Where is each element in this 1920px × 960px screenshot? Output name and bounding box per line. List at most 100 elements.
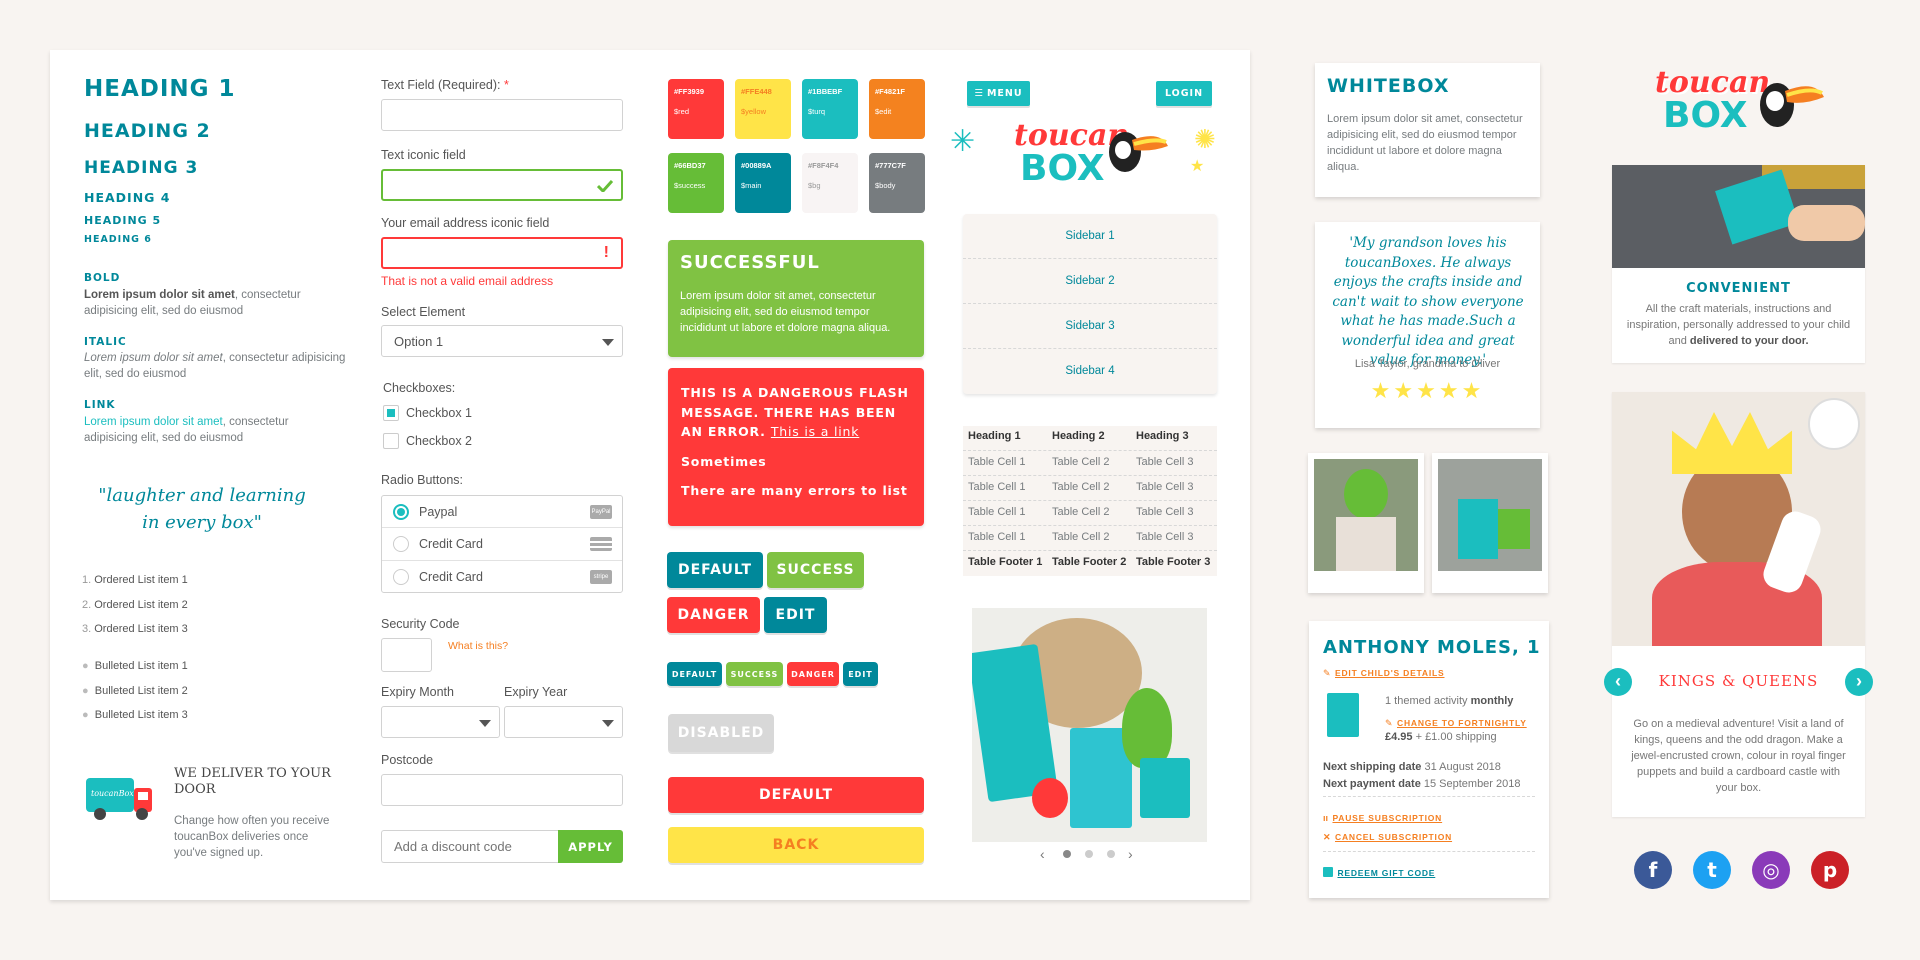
rating-stars: ★★★★★ xyxy=(1315,378,1540,404)
color-swatch: #777C7F $body xyxy=(869,153,925,213)
table-cell: Table Cell 3 xyxy=(1136,531,1194,543)
sidebar-item-3[interactable]: Sidebar 3 xyxy=(963,304,1217,349)
bold-label: BOLD xyxy=(84,272,121,284)
radio-group: Paypal PayPal Credit Card Credit Card st… xyxy=(381,495,623,593)
child-subscription-card: ANTHONY MOLES, 1 ✎ EDIT CHILD'S DETAILS … xyxy=(1309,621,1549,898)
menu-button[interactable]: ☰ MENU xyxy=(967,81,1030,106)
chevron-left-icon[interactable]: ‹ xyxy=(1040,846,1045,862)
text-field-input[interactable] xyxy=(381,99,623,131)
paypal-icon: PayPal xyxy=(590,505,612,519)
whitebox-title: WHITEBOX xyxy=(1327,75,1450,97)
danger-flash-message: THIS IS A DANGEROUS FLASH MESSAGE. THERE… xyxy=(668,368,924,526)
sun-icon: ✺ xyxy=(1194,124,1216,154)
carousel-dot[interactable] xyxy=(1107,850,1115,858)
carousel-dot[interactable] xyxy=(1085,850,1093,858)
italic-sample: Lorem ipsum dolor sit amet, consectetur … xyxy=(84,352,346,380)
edit-child-link[interactable]: ✎ EDIT CHILD'S DETAILS xyxy=(1323,663,1444,681)
what-is-this-link[interactable]: What is this? xyxy=(448,640,508,652)
checkbox-2[interactable] xyxy=(383,433,399,449)
postcode-input[interactable] xyxy=(381,774,623,806)
bulleted-list: ● Bulleted List item 1 ● Bulleted List i… xyxy=(82,654,188,728)
sidebar-item-2[interactable]: Sidebar 2 xyxy=(963,259,1217,304)
radio-button[interactable] xyxy=(393,536,409,552)
brand-quote: "laughter and learning in every box" xyxy=(98,485,306,533)
change-frequency-link[interactable]: ✎ CHANGE TO FORTNIGHTLY xyxy=(1385,713,1527,731)
chevron-down-icon xyxy=(479,720,491,727)
success-title: SUCCESSFUL xyxy=(680,252,820,273)
success-button-small[interactable]: SUCCESS xyxy=(726,662,783,686)
radio-button[interactable] xyxy=(393,504,409,520)
expiry-month-select[interactable] xyxy=(381,706,500,738)
danger-button-small[interactable]: DANGER xyxy=(787,662,839,686)
instagram-icon[interactable]: ◎ xyxy=(1752,851,1790,889)
table-cell: Table Cell 2 xyxy=(1052,481,1110,493)
color-swatch: #F8F4F4 $bg xyxy=(802,153,858,213)
chevron-down-icon xyxy=(602,339,614,346)
radio-option-stripe[interactable]: Credit Card stripe xyxy=(382,561,622,593)
login-button[interactable]: LOGIN xyxy=(1156,81,1212,106)
cancel-subscription-link[interactable]: ✕ CANCEL SUBSCRIPTION xyxy=(1323,827,1452,845)
link-sample: Lorem ipsum dolor sit amet, consectetur … xyxy=(84,416,289,444)
delivery-van-icon: toucanBox xyxy=(86,778,152,820)
default-wide-button[interactable]: DEFAULT xyxy=(668,777,924,813)
table-header: Heading 1 xyxy=(968,430,1021,442)
convenient-card: CONVENIENT All the craft materials, inst… xyxy=(1612,165,1865,363)
child-photo xyxy=(1438,459,1542,571)
edit-button[interactable]: EDIT xyxy=(764,597,827,633)
sparkle-icon: ✳ xyxy=(950,125,976,158)
heading-4: HEADING 4 xyxy=(84,190,171,205)
carousel-next-button[interactable]: › xyxy=(1845,668,1873,696)
edit-button-small[interactable]: EDIT xyxy=(843,662,878,686)
success-button[interactable]: SUCCESS xyxy=(767,552,864,588)
email-field-input[interactable]: ! xyxy=(381,237,623,269)
back-button[interactable]: BACK xyxy=(668,827,924,863)
letterbox-photo xyxy=(1612,165,1865,268)
danger-link[interactable]: This is a link xyxy=(771,424,859,439)
default-button-small[interactable]: DEFAULT xyxy=(667,662,722,686)
close-icon: ✕ xyxy=(1323,832,1331,842)
facebook-icon[interactable]: f xyxy=(1634,851,1672,889)
pause-subscription-link[interactable]: ıı PAUSE SUBSCRIPTION xyxy=(1323,808,1442,826)
table-header: Heading 2 xyxy=(1052,430,1105,442)
danger-button[interactable]: DANGER xyxy=(667,597,760,633)
success-flash-message: SUCCESSFUL Lorem ipsum dolor sit amet, c… xyxy=(668,240,924,357)
carousel-dot[interactable] xyxy=(1063,850,1071,858)
whitebox-text: Lorem ipsum dolor sit amet, consectetur … xyxy=(1327,113,1523,173)
pencil-icon: ✎ xyxy=(1385,718,1393,728)
apply-button[interactable]: APPLY xyxy=(558,830,623,863)
pinterest-icon[interactable]: p xyxy=(1811,851,1849,889)
expiry-year-select[interactable] xyxy=(504,706,623,738)
carousel-prev-button[interactable]: ‹ xyxy=(1604,668,1632,696)
redeem-gift-code-link[interactable]: REDEEM GIFT CODE xyxy=(1323,863,1435,881)
email-error-message: That is not a valid email address xyxy=(381,274,554,288)
default-button[interactable]: DEFAULT xyxy=(667,552,763,588)
heading-6: HEADING 6 xyxy=(84,234,152,245)
checkbox-2-label: Checkbox 2 xyxy=(406,434,473,448)
danger-line-3: There are many errors to list xyxy=(681,483,908,498)
child-photo xyxy=(1314,459,1418,571)
checkboxes-label: Checkboxes: xyxy=(383,381,456,395)
radio-option-paypal[interactable]: Paypal PayPal xyxy=(382,496,622,528)
chevron-right-icon[interactable]: › xyxy=(1128,846,1133,862)
expiry-month-label: Expiry Month xyxy=(381,685,454,699)
star-icon: ★ xyxy=(1393,378,1417,403)
sidebar-item-4[interactable]: Sidebar 4 xyxy=(963,349,1217,394)
italic-label: ITALIC xyxy=(84,336,127,348)
radio-button[interactable] xyxy=(393,569,409,585)
heading-3: HEADING 3 xyxy=(84,158,199,178)
checkbox-1[interactable] xyxy=(383,405,399,421)
twitter-icon[interactable]: t xyxy=(1693,851,1731,889)
select-element[interactable]: Option 1 xyxy=(381,325,623,357)
sidebar-item-1[interactable]: Sidebar 1 xyxy=(963,214,1217,259)
success-text: Lorem ipsum dolor sit amet, consectetur … xyxy=(680,290,891,334)
table-footer-cell: Table Footer 2 xyxy=(1052,556,1127,568)
discount-code-input[interactable] xyxy=(381,830,558,863)
iconic-field-input[interactable] xyxy=(381,169,623,201)
sample-link[interactable]: Lorem ipsum dolor sit amet xyxy=(84,416,223,428)
security-code-input[interactable] xyxy=(381,638,432,672)
danger-line-2: Sometimes xyxy=(681,454,767,469)
color-swatch: #FF3939 $red xyxy=(668,79,724,139)
radio-option-credit-card[interactable]: Credit Card xyxy=(382,528,622,561)
kings-queens-photo xyxy=(1612,392,1865,646)
convenient-text: All the craft materials, instructions an… xyxy=(1626,303,1851,347)
